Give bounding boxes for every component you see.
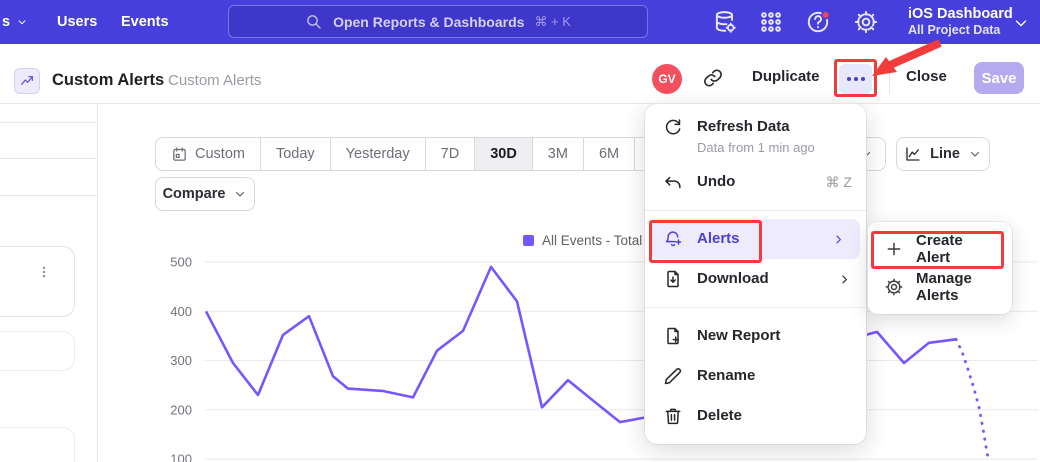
submenu-item-label: Create Alert [916, 232, 1000, 266]
nav-item-truncated-label: s [2, 14, 10, 30]
svg-text:100: 100 [170, 452, 192, 462]
settings-gear-icon[interactable] [853, 9, 879, 35]
menu-item-label: Alerts [697, 229, 740, 249]
alerts-submenu: Create Alert Manage Alerts [868, 222, 1012, 314]
legend-swatch [523, 235, 534, 246]
menu-item-label: New Report [697, 326, 780, 346]
nav-item-events[interactable]: Events [121, 14, 169, 30]
link-icon [702, 67, 724, 89]
avatar[interactable]: GV [652, 64, 682, 94]
breadcrumb: Custom Alerts [168, 72, 261, 89]
legend-label: All Events - Total [542, 233, 642, 248]
menu-item-download[interactable]: Download [645, 259, 866, 299]
submenu-item-label: Manage Alerts [916, 270, 1000, 304]
pencil-icon [663, 366, 683, 386]
menu-item-refresh[interactable]: Refresh Data Data from 1 min ago [645, 110, 866, 162]
menu-item-label: Undo [697, 172, 735, 192]
svg-text:500: 500 [170, 255, 192, 270]
search-shortcut: ⌘ + K [534, 14, 571, 30]
search-icon [305, 13, 323, 31]
range-segment-label: 3M [548, 146, 568, 162]
file-plus-icon [663, 326, 683, 346]
more-options-button[interactable] [839, 64, 872, 94]
project-title: iOS Dashboard [908, 5, 1013, 23]
chevron-down-icon[interactable] [1012, 14, 1030, 32]
menu-item-label: Refresh Data [697, 117, 815, 137]
range-segment-yesterday[interactable]: Yesterday [330, 138, 425, 170]
help-icon[interactable] [805, 9, 831, 35]
menu-divider [645, 210, 866, 211]
dot [854, 77, 858, 81]
calendar-icon [171, 146, 188, 163]
gear-icon [884, 277, 904, 297]
svg-text:200: 200 [170, 402, 192, 417]
top-nav-bar: s Users Events Open Reports & Dashboards… [0, 0, 1040, 44]
project-subtitle: All Project Data [908, 23, 1013, 39]
share-link-button[interactable] [702, 67, 726, 91]
close-button[interactable]: Close [906, 68, 947, 85]
submenu-item-create-alert[interactable]: Create Alert [868, 230, 1012, 268]
range-segment-label: Today [276, 146, 315, 162]
menu-divider [645, 307, 866, 308]
chevron-down-icon [16, 16, 28, 28]
more-options-menu: Refresh Data Data from 1 min ago Undo ⌘ Z Al… [645, 104, 866, 444]
menu-item-undo[interactable]: Undo ⌘ Z [645, 162, 866, 202]
range-segment-label: 6M [599, 146, 619, 162]
refresh-icon [663, 117, 683, 137]
duplicate-button[interactable]: Duplicate [752, 68, 820, 85]
range-segment-7d[interactable]: 7D [425, 138, 475, 170]
menu-item-label: Download [697, 269, 769, 289]
page-title: Custom Alerts [52, 71, 164, 90]
range-segment-custom[interactable]: Custom [156, 138, 260, 170]
header-divider [889, 64, 890, 94]
search-placeholder: Open Reports & Dashboards [333, 14, 524, 30]
menu-item-shortcut: ⌘ Z [826, 174, 852, 191]
date-range-control: CustomTodayYesterday7D30D3M6M12M [155, 137, 694, 171]
range-segment-label: 7D [441, 146, 460, 162]
legend-item[interactable]: All Events - Total [523, 233, 642, 248]
submenu-item-manage-alerts[interactable]: Manage Alerts [868, 268, 1012, 306]
menu-item-alerts[interactable]: Alerts [651, 219, 860, 259]
dot [861, 77, 865, 81]
menu-item-delete[interactable]: Delete [645, 396, 866, 436]
chevron-down-icon [233, 187, 247, 201]
range-segment-label: Custom [195, 146, 245, 162]
range-segment-today[interactable]: Today [260, 138, 330, 170]
range-segment-label: 30D [490, 146, 517, 162]
line-chart-icon [904, 145, 922, 163]
range-segment-30d[interactable]: 30D [474, 138, 532, 170]
compare-label: Compare [163, 186, 226, 202]
nav-item-truncated[interactable]: s [0, 14, 28, 30]
range-segment-label: Yesterday [346, 146, 410, 162]
menu-item-label: Rename [697, 366, 755, 386]
trash-icon [663, 406, 683, 426]
svg-text:300: 300 [170, 353, 192, 368]
report-type-icon [14, 68, 40, 94]
dot [847, 77, 851, 81]
data-management-icon[interactable] [712, 9, 738, 35]
project-switcher[interactable]: iOS Dashboard All Project Data [908, 5, 1013, 39]
compare-button[interactable]: Compare [155, 177, 255, 211]
undo-icon [663, 172, 683, 192]
chevron-right-icon [831, 232, 846, 247]
save-button[interactable]: Save [974, 62, 1024, 94]
download-icon [663, 269, 683, 289]
plus-icon [884, 239, 904, 259]
app-window: s Users Events Open Reports & Dashboards… [0, 0, 1040, 462]
range-segment-6m[interactable]: 6M [583, 138, 634, 170]
chart-type-label: Line [930, 146, 960, 162]
bell-plus-icon [663, 229, 683, 249]
apps-grid-icon[interactable] [758, 9, 784, 35]
menu-item-rename[interactable]: Rename [645, 356, 866, 396]
search-input[interactable]: Open Reports & Dashboards ⌘ + K [228, 5, 648, 38]
chevron-right-icon [837, 272, 852, 287]
svg-text:400: 400 [170, 304, 192, 319]
range-segment-3m[interactable]: 3M [532, 138, 583, 170]
menu-item-new-report[interactable]: New Report [645, 316, 866, 356]
menu-item-label: Delete [697, 406, 742, 426]
nav-item-users[interactable]: Users [57, 14, 97, 30]
menu-item-sublabel: Data from 1 min ago [697, 139, 815, 157]
chevron-down-icon [968, 147, 982, 161]
chart-type-button[interactable]: Line [896, 137, 990, 171]
